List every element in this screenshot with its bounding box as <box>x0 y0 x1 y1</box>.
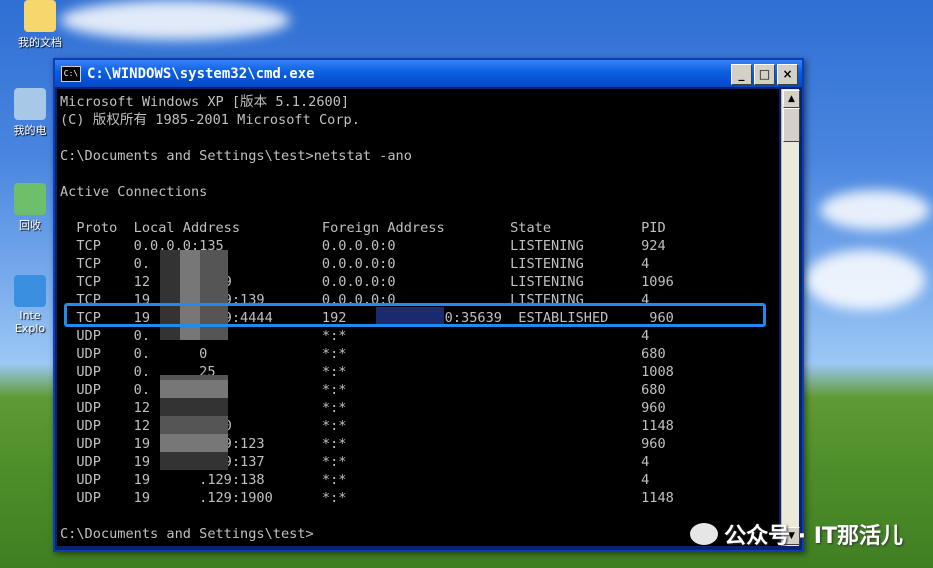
established-connection-highlight <box>64 303 766 327</box>
watermark: 公众号 · IT那活儿 <box>690 518 903 550</box>
desktop-icon-label: 我的文档 <box>18 36 62 49</box>
close-button[interactable]: × <box>777 64 798 85</box>
my-documents-icon <box>24 0 56 32</box>
internet-explorer-icon <box>14 275 46 307</box>
desktop-icon-recycle-bin[interactable]: 回收 <box>8 183 52 233</box>
desktop-icon-label: 回收 <box>19 219 41 232</box>
title-bar[interactable]: C:\ C:\WINDOWS\system32\cmd.exe _ □ × <box>55 60 802 87</box>
cloud <box>805 250 925 310</box>
desktop-icon-internet-explorer[interactable]: Inte Explo <box>8 275 52 335</box>
watermark-text: 公众号 · IT那活儿 <box>724 524 903 549</box>
desktop-icon-my-documents[interactable]: 我的文档 <box>12 0 68 50</box>
my-computer-icon <box>14 88 46 120</box>
pixelated-redaction <box>160 375 228 470</box>
desktop-icon-label: Inte Explo <box>14 309 46 335</box>
desktop-icon-label: 我的电 <box>13 124 47 137</box>
minimize-button[interactable]: _ <box>731 64 752 85</box>
recycle-bin-icon <box>14 183 46 215</box>
scroll-thumb[interactable] <box>783 108 800 142</box>
cmd-icon: C:\ <box>61 65 81 82</box>
cloud <box>820 190 930 230</box>
maximize-button[interactable]: □ <box>754 64 775 85</box>
vertical-scrollbar[interactable]: ▲ ▼ <box>781 89 800 546</box>
cloud <box>60 0 290 40</box>
desktop-icon-my-computer[interactable]: 我的电 <box>8 88 52 138</box>
window-title: C:\WINDOWS\system32\cmd.exe <box>87 65 315 82</box>
wechat-logo-icon <box>690 523 719 545</box>
scroll-up-button[interactable]: ▲ <box>783 90 800 108</box>
